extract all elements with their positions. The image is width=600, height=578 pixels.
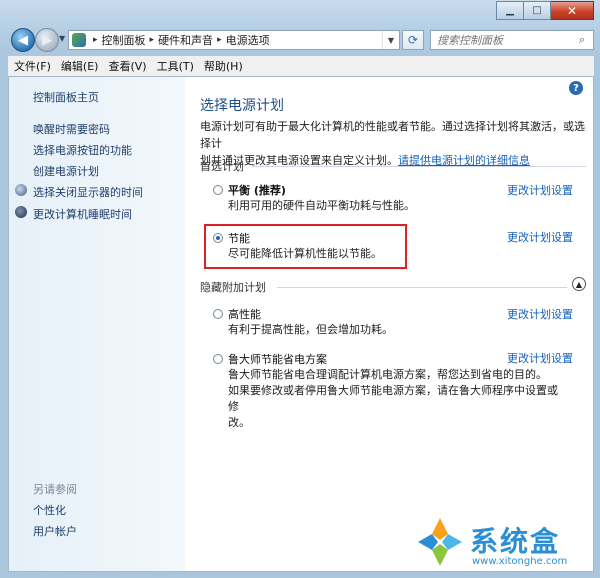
hidden-plans-heading[interactable]: 隐藏附加计划 [200, 279, 266, 295]
menu-edit[interactable]: 编辑(E) [61, 58, 99, 74]
menu-view[interactable]: 查看(V) [108, 58, 146, 74]
radio-ludashi[interactable] [213, 354, 223, 364]
close-button[interactable]: ✕ [551, 1, 594, 20]
plan-power-saver-desc: 尽可能降低计算机性能以节能。 [228, 247, 382, 260]
radio-high-performance[interactable] [213, 309, 223, 319]
minimize-button[interactable]: ▁ [496, 1, 524, 20]
plan-balanced-desc: 利用可用的硬件自动平衡功耗与性能。 [228, 199, 415, 212]
sidebar-item-create-plan[interactable]: 创建电源计划 [33, 163, 99, 179]
sleep-icon [15, 206, 27, 218]
plan-ludashi-desc: 鲁大师节能省电合理调配计算机电源方案，帮您达到省电的目的。 如果要修改或者停用鲁… [228, 367, 568, 431]
divider [252, 166, 586, 167]
sidebar-item-display-off[interactable]: 选择关闭显示器的时间 [33, 184, 143, 200]
breadcrumb-separator-icon[interactable]: ▸ [93, 35, 98, 45]
control-panel-icon [72, 33, 86, 47]
change-settings-link-balanced[interactable]: 更改计划设置 [507, 182, 573, 198]
help-icon[interactable]: ? [569, 81, 583, 95]
collapse-chevron-up-icon[interactable]: ▲ [572, 277, 586, 291]
change-settings-link-high-performance[interactable]: 更改计划设置 [507, 306, 573, 322]
plan-balanced-name[interactable]: 平衡 (推荐) [228, 182, 286, 198]
change-settings-link-power-saver[interactable]: 更改计划设置 [507, 229, 573, 245]
menu-bar: 文件(F) 编辑(E) 查看(V) 工具(T) 帮助(H) [8, 56, 594, 77]
sidebar-item-personalization[interactable]: 个性化 [33, 502, 66, 518]
sidebar-item-user-accounts[interactable]: 用户帐户 [33, 523, 77, 539]
sidebar-item-wake-password[interactable]: 唤醒时需要密码 [33, 121, 110, 137]
plan-high-performance-name[interactable]: 高性能 [228, 306, 261, 322]
description-line-1: 电源计划可有助于最大化计算机的性能或者节能。通过选择计划将其激活，或选择计 [200, 120, 585, 150]
breadcrumb-separator-icon[interactable]: ▸ [150, 35, 155, 45]
sidebar-item-sleep-time[interactable]: 更改计算机睡眠时间 [33, 206, 132, 222]
window-controls: ▁ □ ✕ [496, 1, 594, 20]
refresh-button[interactable]: ⟳ [402, 30, 424, 50]
plan-power-saver-name[interactable]: 节能 [228, 230, 250, 246]
recent-pages-dropdown-icon[interactable]: ▼ [59, 34, 65, 43]
plan-high-performance-desc: 有利于提高性能，但会增加功耗。 [228, 323, 393, 336]
search-box[interactable]: ⌕ [430, 30, 594, 50]
page-description: 电源计划可有助于最大化计算机的性能或者节能。通过选择计划将其激活，或选择计 划并… [200, 118, 585, 169]
explorer-window: ▁ □ ✕ ◀ ▶ ▼ ▸ 控制面板 ▸ 硬件和声音 ▸ 电源选项 ▼ ⟳ ⌕ … [0, 0, 600, 578]
plan-ludashi-desc-line-3: 改。 [228, 416, 250, 429]
menu-file[interactable]: 文件(F) [14, 58, 51, 74]
maximize-button[interactable]: □ [524, 1, 551, 20]
divider [277, 287, 567, 288]
address-dropdown-icon[interactable]: ▼ [382, 31, 399, 49]
sidebar-home-link[interactable]: 控制面板主页 [33, 89, 99, 105]
plan-ludashi-desc-line-1: 鲁大师节能省电合理调配计算机电源方案，帮您达到省电的目的。 [228, 368, 547, 381]
menu-tools[interactable]: 工具(T) [157, 58, 194, 74]
sidebar-item-power-button[interactable]: 选择电源按钮的功能 [33, 142, 132, 158]
watermark-url: www.xitonghe.com [472, 556, 568, 567]
monitor-icon [15, 184, 27, 196]
breadcrumb-control-panel[interactable]: 控制面板 [102, 32, 146, 48]
address-bar[interactable]: ▸ 控制面板 ▸ 硬件和声音 ▸ 电源选项 ▼ [68, 30, 400, 50]
breadcrumb-hardware-sound[interactable]: 硬件和声音 [158, 32, 213, 48]
plan-ludashi-name[interactable]: 鲁大师节能省电方案 [228, 351, 327, 367]
preferred-plans-heading: 首选计划 [200, 160, 244, 173]
back-button[interactable]: ◀ [11, 28, 35, 52]
plan-ludashi-desc-line-2: 如果要修改或者停用鲁大师节能电源方案，请在鲁大师程序中设置或修 [228, 384, 558, 413]
menu-help[interactable]: 帮助(H) [204, 58, 243, 74]
forward-button[interactable]: ▶ [35, 28, 59, 52]
watermark-name: 系统盒 [470, 525, 561, 558]
sidebar: 控制面板主页 唤醒时需要密码 选择电源按钮的功能 创建电源计划 选择关闭显示器的… [9, 77, 185, 571]
page-title: 选择电源计划 [200, 98, 284, 114]
search-icon[interactable]: ⌕ [579, 33, 593, 47]
search-input[interactable] [431, 32, 579, 48]
radio-power-saver[interactable] [213, 233, 223, 243]
breadcrumb-separator-icon[interactable]: ▸ [217, 35, 222, 45]
change-settings-link-ludashi[interactable]: 更改计划设置 [507, 350, 573, 366]
see-also-heading: 另请参阅 [33, 483, 77, 496]
content-area: 控制面板主页 唤醒时需要密码 选择电源按钮的功能 创建电源计划 选择关闭显示器的… [8, 76, 594, 572]
breadcrumb-power-options[interactable]: 电源选项 [226, 32, 270, 48]
radio-balanced[interactable] [213, 185, 223, 195]
watermark-logo-icon [418, 518, 462, 566]
